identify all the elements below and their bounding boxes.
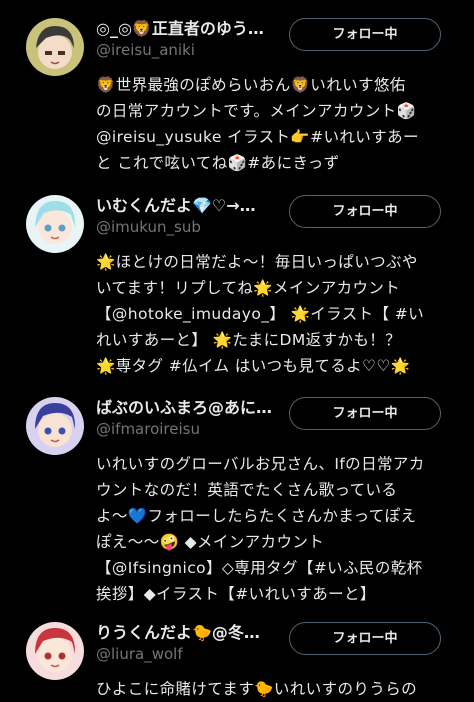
handle: @ireisu_aniki [96,41,195,59]
display-name-row[interactable]: ◎_◎🦁正直者のゆう… [96,18,286,40]
bio: 🦁世界最強のぽめらいおん🦁いれいす悠佑 の日常アカウントです。メインアカウント🎲… [96,72,458,176]
following-button[interactable]: フォロー中 [289,18,441,51]
bio-line: よ〜💙フォローしたらたくさんかまってぽえ [96,507,417,525]
handle: @ifmaroireisu [96,420,200,438]
bio-line: @ireisu_yusuke イラスト👉#いれいすあー [96,128,419,146]
avatar[interactable] [26,18,84,76]
bio-line: ウントなのだ！英語でたくさん歌っている [96,481,398,499]
bio-line: ひよこに命賭けてます🐤いれいすのりうらの [96,680,418,698]
bio-line: いてます！リプしてね🌟メインアカウント [96,279,401,297]
bio-line: いれいすのグローバルお兄さん、Ifの日常アカ [96,455,425,473]
avatar[interactable] [26,622,84,680]
display-name-row[interactable]: ばぶのいふまろ@あに… [96,397,286,419]
display-name[interactable]: ◎_◎🦁正直者のゆう… [96,19,264,38]
following-button[interactable]: フォロー中 [289,397,441,430]
avatar[interactable] [26,397,84,455]
bio-line: 🦁世界最強のぽめらいおん🦁いれいす悠佑 [96,76,406,94]
display-name[interactable]: いむくんだよ💎♡→… [96,196,256,215]
display-name-row[interactable]: りうくんだよ🐤@冬… [96,622,286,644]
bio-line: 【@Ifsingnico】◇専用タグ【#いふ民の乾杯 [96,559,423,577]
avatar[interactable] [26,195,84,253]
following-button[interactable]: フォロー中 [289,195,441,228]
bio-line: 🌟専タグ #仏イム はいつも見てるよ♡♡🌟 [96,357,411,375]
bio: いれいすのグローバルお兄さん、Ifの日常アカ ウントなのだ！英語でたくさん歌って… [96,451,458,607]
bio-line: れいすあーと】 🌟たまにDM返すかも！？ [96,331,402,349]
bio-line: 【@hotoke_imudayo_】 🌟イラスト【 #い [96,305,425,323]
handle: @imukun_sub [96,218,201,236]
handle: @liura_wolf [96,645,183,663]
bio-line: 🌟ほとけの日常だよ～！毎日いっぱいつぶや [96,253,418,271]
bio: ひよこに命賭けてます🐤いれいすのりうらの [96,676,458,702]
display-name-row[interactable]: いむくんだよ💎♡→… [96,195,286,217]
following-button[interactable]: フォロー中 [289,622,441,655]
bio-line: 挨拶】◆イラスト【#いれいすあーと】 [96,585,376,603]
display-name[interactable]: りうくんだよ🐤@冬… [96,623,260,642]
display-name[interactable]: ばぶのいふまろ@あに… [96,398,272,417]
bio: 🌟ほとけの日常だよ～！毎日いっぱいつぶや いてます！リプしてね🌟メインアカウント… [96,249,458,379]
bio-line: ぽえ〜〜🤪 ◆メインアカウント [96,533,325,551]
bio-line: と これで呟いてね🎲#あにきっず [96,154,340,172]
bio-line: の日常アカウントです。メインアカウント🎲 [96,102,417,120]
